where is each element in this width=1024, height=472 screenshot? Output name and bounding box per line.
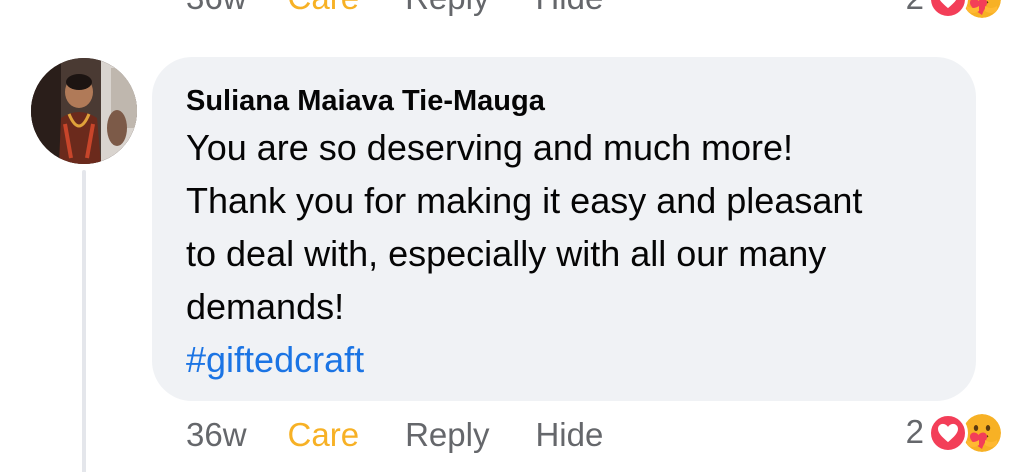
reply-button[interactable]: Reply	[405, 415, 489, 455]
comment-author[interactable]: Suliana Maiava Tie-Mauga	[186, 83, 942, 119]
comment-line: to deal with, especially with all our ma…	[186, 233, 827, 274]
comment-line: demands!	[186, 286, 345, 327]
hide-button[interactable]: Hide	[535, 0, 603, 18]
comment-timestamp[interactable]: 36w	[186, 0, 247, 18]
thread-line	[82, 170, 86, 472]
reaction-icons	[928, 0, 1014, 21]
comment-body: You are so deserving and much more! Than…	[186, 121, 942, 333]
comment-thread: 36w Care Reply Hide 2	[0, 0, 1024, 472]
comment-bubble: Suliana Maiava Tie-Mauga You are so dese…	[152, 57, 976, 401]
reaction-icons	[928, 409, 1014, 455]
hide-button[interactable]: Hide	[535, 415, 603, 455]
avatar[interactable]	[31, 58, 137, 164]
comment-actions: 36w Care Reply Hide	[186, 415, 603, 455]
care-reaction-button[interactable]: Care	[288, 415, 360, 455]
hashtag-link[interactable]: #giftedcraft	[186, 333, 942, 386]
reaction-count: 2	[906, 0, 924, 17]
comment-line: You are so deserving and much more!	[186, 127, 794, 168]
comment-line: Thank you for making it easy and pleasan…	[186, 180, 863, 221]
comment-reactions[interactable]: 2	[906, 408, 1014, 456]
reaction-count: 2	[905, 413, 924, 450]
reply-button[interactable]: Reply	[405, 0, 489, 18]
previous-comment-reactions[interactable]: 2	[906, 0, 1014, 22]
heart-icon	[928, 0, 968, 19]
previous-comment-actions: 36w Care Reply Hide	[186, 0, 603, 18]
comment-timestamp[interactable]: 36w	[186, 415, 247, 455]
care-reaction-button[interactable]: Care	[288, 0, 360, 18]
heart-icon	[928, 413, 968, 453]
